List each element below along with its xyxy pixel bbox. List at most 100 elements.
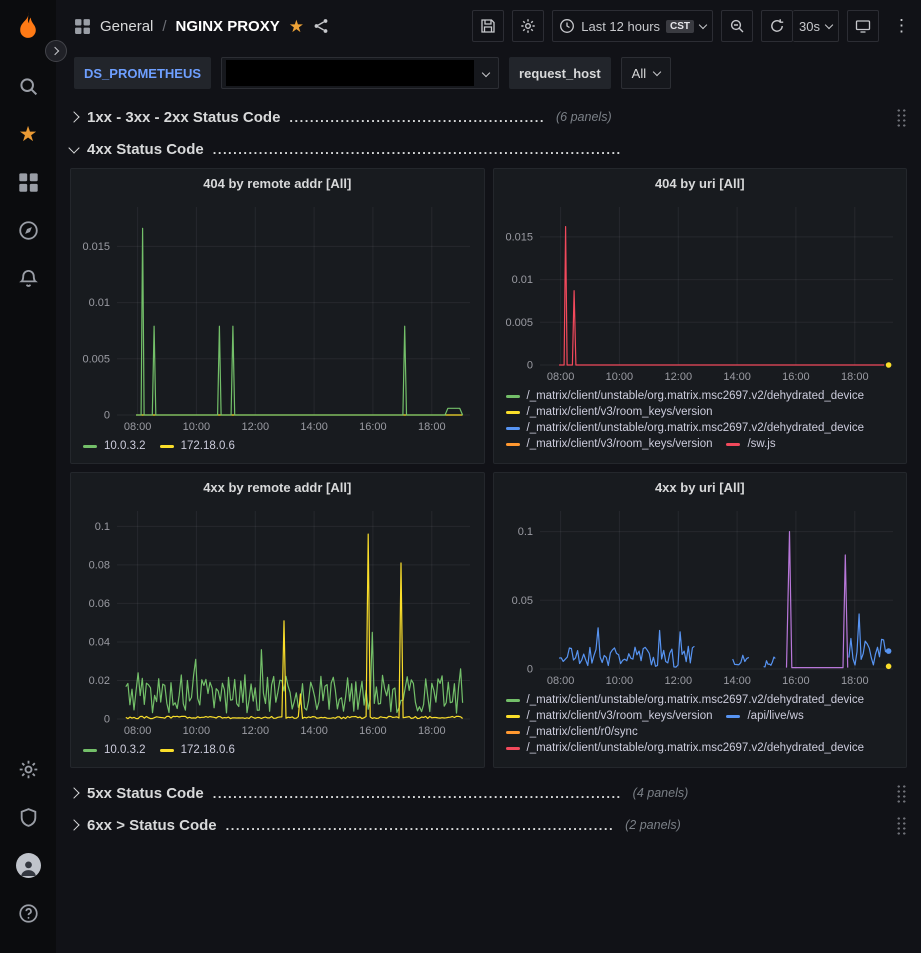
svg-text:14:00: 14:00	[300, 421, 328, 433]
breadcrumb-section[interactable]: General	[100, 18, 153, 35]
search-icon[interactable]	[8, 66, 48, 106]
breadcrumb-dashboard-title[interactable]: NGINX PROXY	[176, 18, 280, 35]
clock-icon	[559, 18, 575, 34]
legend-label: /sw.js	[747, 438, 775, 450]
dashboard-settings-button[interactable]	[512, 10, 544, 42]
row-drag-handle[interactable]	[896, 108, 907, 127]
legend-item[interactable]: /_matrix/client/r0/sync	[506, 726, 638, 738]
legend-item[interactable]: /_matrix/client/v3/room_keys/version	[506, 438, 713, 450]
grafana-logo-icon[interactable]	[11, 10, 45, 44]
dashboard-toolbar: General / NGINX PROXY ★ Last 12 hours CS…	[56, 0, 921, 52]
panel-legend: /_matrix/client/unstable/org.matrix.msc2…	[494, 388, 907, 464]
row-5xx[interactable]: 5xx Status Code ........................…	[70, 778, 907, 808]
panel-legend: /_matrix/client/unstable/org.matrix.msc2…	[494, 692, 907, 768]
legend-item[interactable]: 10.0.3.2	[83, 440, 146, 452]
panel-title[interactable]: 4xx by remote addr [All]	[71, 473, 484, 501]
datasource-variable-value[interactable]	[221, 57, 499, 89]
sidebar-expand-button[interactable]	[45, 40, 67, 62]
legend-label: 10.0.3.2	[104, 744, 146, 756]
svg-text:08:00: 08:00	[124, 725, 152, 737]
save-dashboard-button[interactable]	[472, 10, 504, 42]
svg-text:0.1: 0.1	[95, 521, 110, 533]
svg-text:16:00: 16:00	[782, 371, 810, 383]
time-series-chart[interactable]: 00.0050.010.01508:0010:0012:0014:0016:00…	[494, 197, 907, 388]
request-host-variable-label[interactable]: request_host	[509, 57, 611, 89]
svg-text:12:00: 12:00	[242, 725, 270, 737]
help-icon[interactable]	[8, 893, 48, 933]
chevron-down-icon	[482, 69, 490, 77]
svg-text:0.005: 0.005	[505, 317, 533, 329]
row-1xx-3xx-2xx[interactable]: 1xx - 3xx - 2xx Status Code ............…	[70, 102, 907, 132]
refresh-button[interactable]	[761, 10, 793, 42]
svg-text:0.01: 0.01	[89, 297, 110, 309]
zoom-out-button[interactable]	[721, 10, 753, 42]
svg-text:08:00: 08:00	[546, 371, 574, 383]
legend-item[interactable]: /_matrix/client/v3/room_keys/version	[506, 710, 713, 722]
apps-grid-icon[interactable]	[74, 18, 91, 35]
legend-item[interactable]: 10.0.3.2	[83, 744, 146, 756]
legend-item[interactable]: 172.18.0.6	[160, 440, 235, 452]
legend-label: /api/live/ws	[747, 710, 803, 722]
legend-item[interactable]: /_matrix/client/unstable/org.matrix.msc2…	[506, 422, 865, 434]
legend-label: /_matrix/client/unstable/org.matrix.msc2…	[527, 390, 865, 402]
svg-text:0: 0	[104, 714, 110, 726]
alerting-bell-icon[interactable]	[8, 258, 48, 298]
legend-item[interactable]: 172.18.0.6	[160, 744, 235, 756]
time-series-chart[interactable]: 00.050.108:0010:0012:0014:0016:0018:00	[494, 501, 907, 692]
legend-label: /_matrix/client/unstable/org.matrix.msc2…	[527, 694, 865, 706]
svg-text:10:00: 10:00	[605, 675, 633, 687]
row-dots: ........................................…	[213, 142, 622, 157]
security-shield-icon[interactable]	[8, 797, 48, 837]
dashboards-icon[interactable]	[8, 162, 48, 202]
row-4xx[interactable]: 4xx Status Code ........................…	[70, 134, 907, 164]
svg-text:12:00: 12:00	[664, 371, 692, 383]
svg-text:0.08: 0.08	[89, 559, 110, 571]
row-drag-handle[interactable]	[896, 784, 907, 803]
tv-mode-button[interactable]	[847, 10, 879, 42]
legend-item[interactable]: /sw.js	[726, 438, 775, 450]
row-dots: ........................................…	[213, 786, 622, 801]
panel-title[interactable]: 404 by uri [All]	[494, 169, 907, 197]
share-icon[interactable]	[313, 18, 329, 34]
request-host-variable-value[interactable]: All	[621, 57, 671, 89]
time-series-chart[interactable]: 00.020.040.060.080.108:0010:0012:0014:00…	[71, 501, 484, 742]
legend-item[interactable]: /_matrix/client/unstable/org.matrix.msc2…	[506, 742, 865, 754]
dashboard-canvas: 1xx - 3xx - 2xx Status Code ............…	[56, 94, 921, 953]
svg-text:0.1: 0.1	[517, 526, 532, 538]
panel-title[interactable]: 404 by remote addr [All]	[71, 169, 484, 197]
legend-item[interactable]: /api/live/ws	[726, 710, 803, 722]
svg-text:0.015: 0.015	[505, 231, 533, 243]
more-options-icon[interactable]: ⋮	[887, 15, 907, 37]
legend-swatch	[506, 443, 520, 446]
row-title: 1xx - 3xx - 2xx Status Code	[87, 109, 280, 126]
svg-text:16:00: 16:00	[782, 675, 810, 687]
row-panel-count: (6 panels)	[556, 110, 612, 124]
svg-text:0.015: 0.015	[82, 241, 110, 253]
row-drag-handle[interactable]	[896, 816, 907, 835]
row-6xx[interactable]: 6xx > Status Code ......................…	[70, 810, 907, 840]
explore-compass-icon[interactable]	[8, 210, 48, 250]
starred-dashboards-icon[interactable]: ★	[8, 114, 48, 154]
time-range-label: Last 12 hours	[581, 19, 660, 34]
user-avatar[interactable]	[8, 845, 48, 885]
legend-label: 10.0.3.2	[104, 440, 146, 452]
settings-gear-icon[interactable]	[8, 749, 48, 789]
datasource-variable-label[interactable]: DS_PROMETHEUS	[74, 57, 211, 89]
chevron-down-icon	[825, 20, 833, 28]
favorite-star-icon[interactable]: ★	[289, 18, 304, 35]
legend-swatch	[506, 699, 520, 702]
legend-label: /_matrix/client/r0/sync	[527, 726, 638, 738]
row-title: 6xx > Status Code	[87, 817, 217, 834]
refresh-interval-picker[interactable]: 30s	[793, 10, 839, 42]
legend-item[interactable]: /_matrix/client/v3/room_keys/version	[506, 406, 713, 418]
row-title: 5xx Status Code	[87, 785, 204, 802]
panel-4xx-by-uri: 4xx by uri [All] 00.050.108:0010:0012:00…	[493, 472, 908, 768]
panel-title[interactable]: 4xx by uri [All]	[494, 473, 907, 501]
svg-text:08:00: 08:00	[124, 421, 152, 433]
time-range-picker[interactable]: Last 12 hours CST	[552, 10, 713, 42]
legend-item[interactable]: /_matrix/client/unstable/org.matrix.msc2…	[506, 390, 865, 402]
row-title: 4xx Status Code	[87, 141, 204, 158]
legend-item[interactable]: /_matrix/client/unstable/org.matrix.msc2…	[506, 694, 865, 706]
time-series-chart[interactable]: 00.0050.010.01508:0010:0012:0014:0016:00…	[71, 197, 484, 438]
panel-grid: 404 by remote addr [All] 0 0.005 0.01 0.015…	[70, 168, 907, 768]
